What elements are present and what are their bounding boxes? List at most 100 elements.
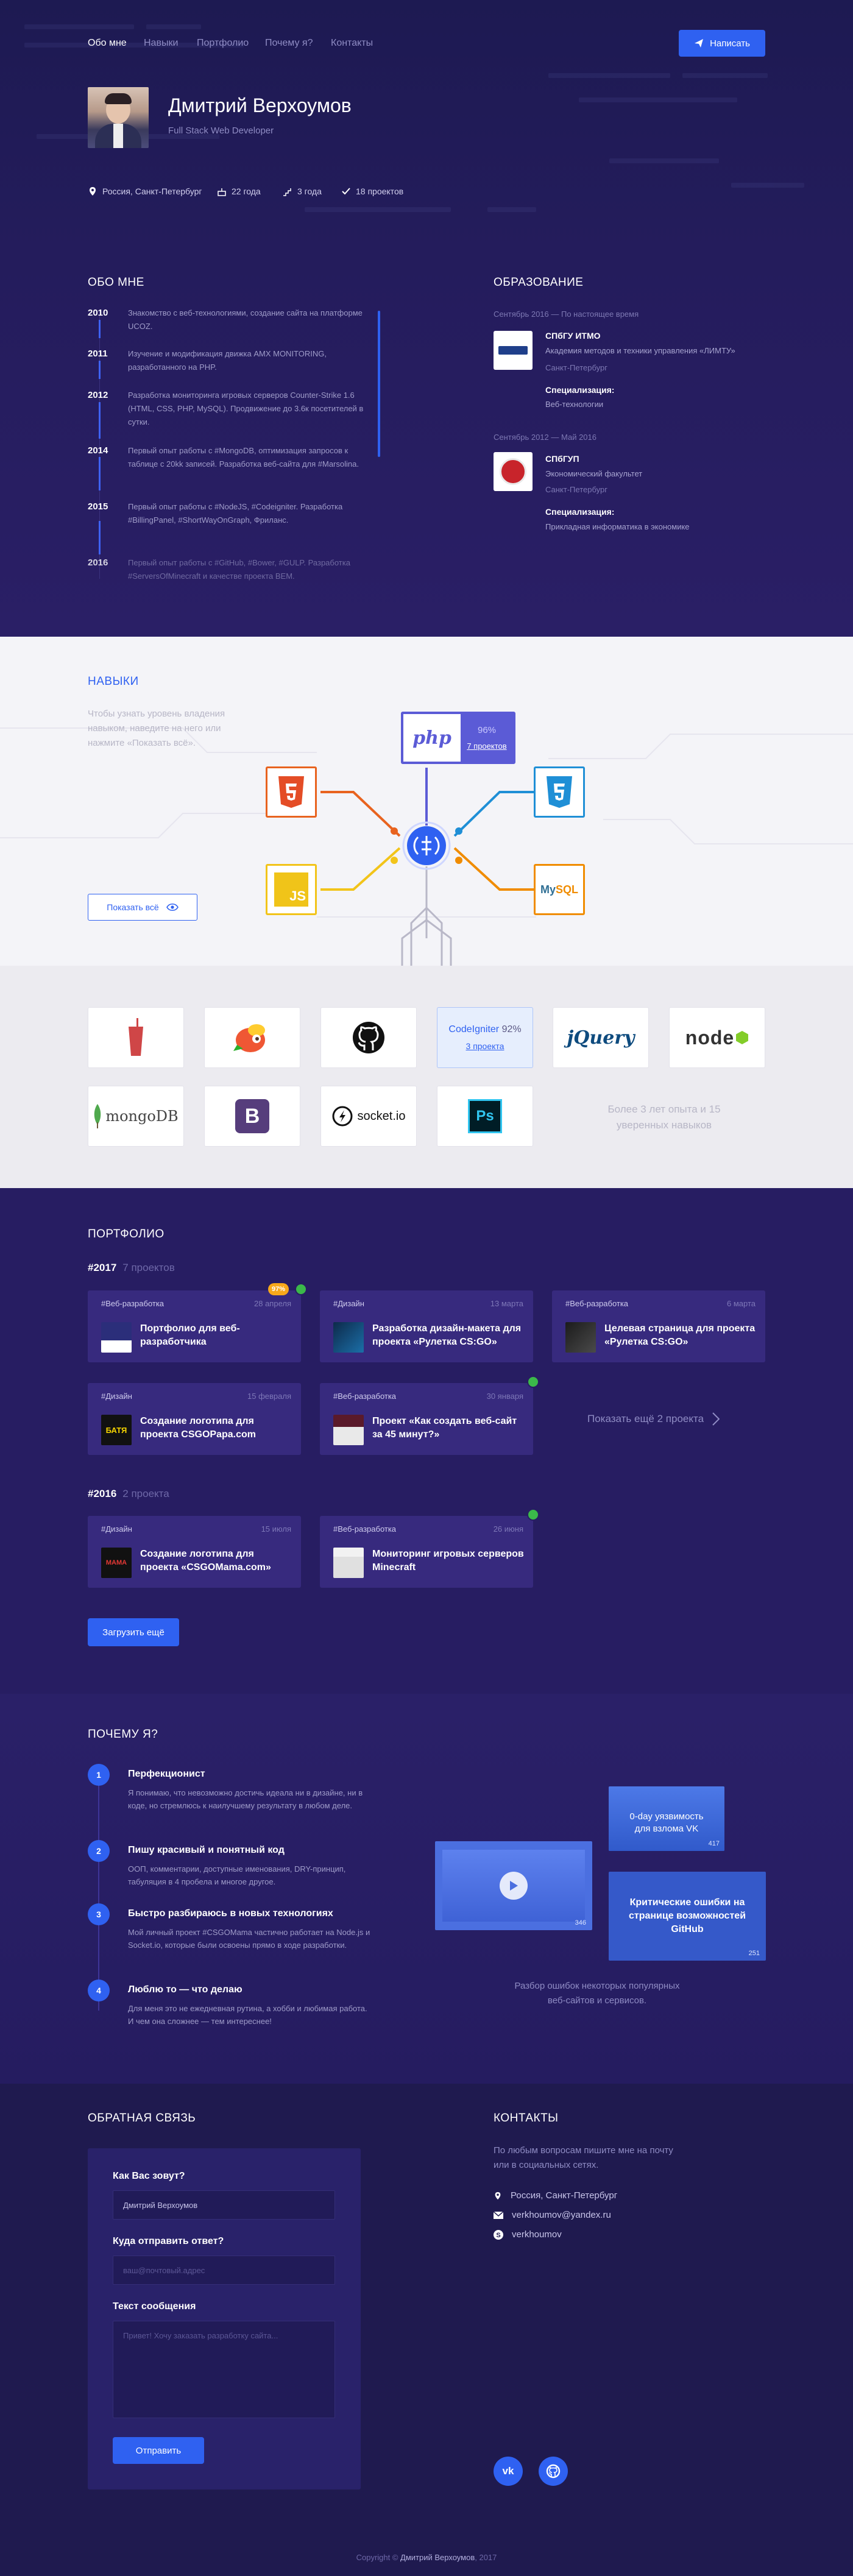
cases-caption: Разбор ошибок некоторых популярных веб-с… <box>514 1981 680 2006</box>
send-button[interactable]: Отправить <box>113 2437 204 2464</box>
js-skill[interactable]: JS <box>266 864 317 915</box>
write-button[interactable]: Написать <box>679 30 765 57</box>
github-icon <box>546 2464 561 2479</box>
codeigniter-tile[interactable]: CodeIgniter 92% 3 проекта <box>437 1007 533 1068</box>
mysql-skill[interactable]: MySQL <box>534 864 585 915</box>
portfolio-card[interactable]: #Веб-разработка 26 июня Мониторинг игров… <box>320 1516 533 1588</box>
contact-skype[interactable]: S verkhoumov <box>494 2229 562 2240</box>
edu-name: СПбГУ ИТМО <box>545 331 601 341</box>
nav-contacts[interactable]: Контакты <box>331 38 373 49</box>
show-all-button[interactable]: Показать всё <box>88 894 197 921</box>
timeline-text: Первый опыт работы с #NodeJS, #Codeignit… <box>128 502 343 525</box>
portfolio-card[interactable]: #Веб-разработка 28 апреля Портфолио для … <box>88 1290 301 1362</box>
nav-why[interactable]: Почему я? <box>265 38 313 49</box>
portfolio-card[interactable]: #Веб-разработка 30 января Проект «Как со… <box>320 1383 533 1455</box>
spbgup-logo <box>494 452 533 491</box>
why-number: 1 <box>88 1764 110 1786</box>
photoshop-tile[interactable]: Ps <box>437 1086 533 1147</box>
vk-icon: vk <box>502 2465 514 2477</box>
html5-skill[interactable] <box>266 766 317 818</box>
php-skill-card[interactable]: php 96% 7 проектов <box>401 712 515 764</box>
github-link[interactable] <box>539 2457 568 2486</box>
bootstrap-icon: B <box>235 1099 269 1133</box>
mysql-icon: MySQL <box>540 883 579 896</box>
edu-date: Сентябрь 2012 — Май 2016 <box>494 433 596 442</box>
nodejs-tile[interactable]: node <box>669 1007 765 1068</box>
portfolio-title: ПОРТФОЛИО <box>88 1228 165 1240</box>
js-icon: JS <box>274 872 308 907</box>
vk-link[interactable]: vk <box>494 2457 523 2486</box>
mail-icon <box>494 2211 503 2219</box>
project-thumbnail <box>333 1415 364 1445</box>
timeline-progress <box>99 402 101 439</box>
socketio-label: socket.io <box>357 1109 406 1123</box>
case-card[interactable]: 346 <box>435 1841 592 1930</box>
jquery-tile[interactable]: jQuery <box>553 1007 649 1068</box>
name-field[interactable] <box>113 2190 335 2220</box>
status-dot <box>527 1509 539 1521</box>
socketio-icon <box>332 1106 353 1127</box>
edu-name: СПбГУП <box>545 454 579 464</box>
timeline-year: 2016 <box>88 557 108 568</box>
edu-spec: Прикладная информатика в экономике <box>545 522 690 531</box>
skype-icon: S <box>494 2229 503 2240</box>
timeline-progress <box>99 361 101 379</box>
show-more-projects[interactable]: Показать ещё 2 проекта <box>587 1412 720 1426</box>
bootstrap-tile[interactable]: B <box>204 1086 300 1147</box>
contact-email[interactable]: verkhoumov@yandex.ru <box>494 2210 611 2220</box>
timeline-progress <box>99 320 101 338</box>
case-card[interactable]: 0-day уязвимость для взлома VK 417 <box>609 1786 724 1851</box>
contacts-intro: По любым вопросам пишите мне на почту ил… <box>494 2145 673 2170</box>
email-field[interactable] <box>113 2256 335 2285</box>
edu-faculty: Академия методов и техники управления «Л… <box>545 346 735 355</box>
edu-spec-label: Специализация: <box>545 385 615 395</box>
css3-icon <box>547 776 572 808</box>
github-tile[interactable] <box>320 1007 417 1068</box>
css3-skill[interactable] <box>534 766 585 818</box>
nav-portfolio[interactable]: Портфолио <box>197 38 249 49</box>
write-button-label: Написать <box>710 38 750 49</box>
reply-label: Куда отправить ответ? <box>113 2236 224 2246</box>
gulp-tile[interactable] <box>88 1007 184 1068</box>
timeline-text: Первый опыт работы с #GitHub, #Bower, #G… <box>128 558 350 581</box>
status-dot <box>527 1376 539 1388</box>
message-label: Текст сообщения <box>113 2301 196 2312</box>
bower-tile[interactable] <box>204 1007 300 1068</box>
project-thumbnail <box>565 1322 596 1353</box>
portfolio-card[interactable]: #Веб-разработка 6 марта Целевая страница… <box>552 1290 765 1362</box>
case-card[interactable]: Критические ошибки на странице возможнос… <box>609 1872 766 1961</box>
why-number: 4 <box>88 1980 110 2001</box>
about-title: ОБО МНЕ <box>88 276 144 289</box>
portfolio-card[interactable]: #Дизайн 15 февраля БАТЯ Создание логотип… <box>88 1383 301 1455</box>
gulp-icon <box>129 1018 143 1056</box>
portfolio-card[interactable]: #Дизайн 13 марта Разработка дизайн-макет… <box>320 1290 533 1362</box>
node-hex-icon <box>736 1031 749 1044</box>
nav-skills[interactable]: Навыки <box>144 38 178 49</box>
send-icon <box>695 39 704 48</box>
meta-experience: 3 года <box>283 186 322 196</box>
socketio-tile[interactable]: socket.io <box>320 1086 417 1147</box>
why-item-title: Перфекционист <box>128 1769 205 1779</box>
edu-faculty: Экономический факультет <box>545 469 643 478</box>
load-more-button[interactable]: Загрузить ещё <box>88 1618 179 1646</box>
portfolio-card[interactable]: #Дизайн 15 июля МАМА Создание логотипа д… <box>88 1516 301 1588</box>
timeline-progress <box>99 521 101 554</box>
timeline-year: 2012 <box>88 390 108 400</box>
nav-about[interactable]: Обо мне <box>88 38 127 49</box>
svg-text:S: S <box>496 2232 500 2239</box>
php-percent: 96% <box>477 725 497 735</box>
name-label: Как Вас зовут? <box>113 2171 185 2181</box>
bower-icon <box>233 1024 265 1052</box>
project-thumbnail <box>333 1322 364 1353</box>
codeigniter-label: CodeIgniter <box>448 1024 500 1035</box>
project-thumbnail <box>101 1322 132 1353</box>
why-item-text: Для меня это не ежедневная рутина, а хоб… <box>128 2004 367 2026</box>
check-icon <box>342 188 350 195</box>
timeline-scrollbar[interactable] <box>378 311 380 457</box>
message-field[interactable] <box>113 2321 335 2418</box>
edu-spec-label: Специализация: <box>545 507 615 517</box>
mongodb-tile[interactable]: mongoDB <box>88 1086 184 1147</box>
project-thumbnail: МАМА <box>101 1548 132 1578</box>
why-item-text: Мой личный проект #CSGOMama частично раб… <box>128 1928 370 1950</box>
why-title: ПОЧЕМУ Я? <box>88 1728 158 1741</box>
